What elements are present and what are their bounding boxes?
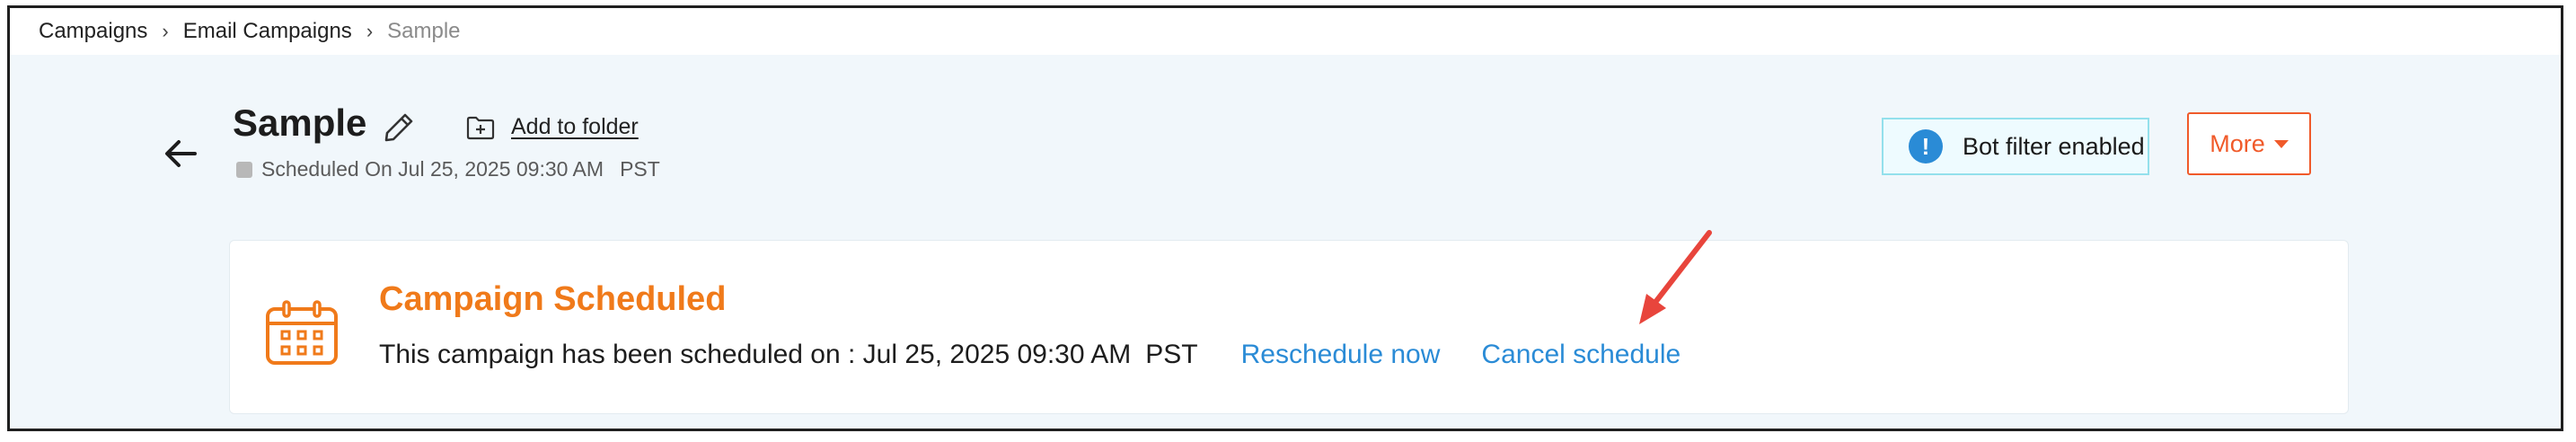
breadcrumb-campaigns[interactable]: Campaigns (39, 19, 147, 44)
breadcrumb-current: Sample (387, 19, 461, 43)
status-timezone: PST (620, 157, 660, 181)
reschedule-now-link[interactable]: Reschedule now (1241, 340, 1441, 370)
bot-filter-badge: ! Bot filter enabled (1882, 118, 2149, 175)
status-indicator (236, 161, 252, 178)
calendar-icon (266, 300, 338, 365)
add-to-folder-button[interactable]: Add to folder (466, 114, 639, 140)
schedule-status: Scheduled On Jul 25, 2025 09:30 AM PST (236, 157, 660, 181)
schedule-timezone: PST (1145, 340, 1198, 369)
annotation-arrow-icon (1639, 230, 1712, 324)
page-title: Sample (233, 102, 367, 144)
card-title: Campaign Scheduled (379, 280, 727, 318)
caret-down-icon (2273, 139, 2289, 148)
schedule-message: This campaign has been scheduled on : Ju… (379, 340, 1132, 369)
info-icon: ! (1909, 129, 1943, 164)
more-label: More (2210, 129, 2265, 157)
pencil-icon[interactable] (382, 110, 416, 145)
app-window: Campaigns › Email Campaigns › Sample Sam… (7, 5, 2563, 431)
status-text: Scheduled On Jul 25, 2025 09:30 AM (261, 157, 604, 181)
back-arrow-icon[interactable] (163, 138, 198, 169)
chevron-right-icon: › (162, 20, 169, 42)
more-button[interactable]: More (2187, 112, 2311, 175)
chevron-right-icon: › (366, 20, 374, 42)
cancel-schedule-link[interactable]: Cancel schedule (1481, 340, 1681, 370)
schedule-card: Campaign Scheduled This campaign has bee… (229, 240, 2349, 414)
bot-filter-label: Bot filter enabled (1963, 132, 2145, 160)
breadcrumb-email-campaigns[interactable]: Email Campaigns (183, 19, 352, 44)
add-to-folder-label: Add to folder (511, 114, 639, 139)
folder-plus-icon (466, 116, 495, 139)
breadcrumb: Campaigns › Email Campaigns › Sample (10, 8, 2561, 55)
card-message-row: This campaign has been scheduled on : Ju… (379, 340, 1681, 370)
